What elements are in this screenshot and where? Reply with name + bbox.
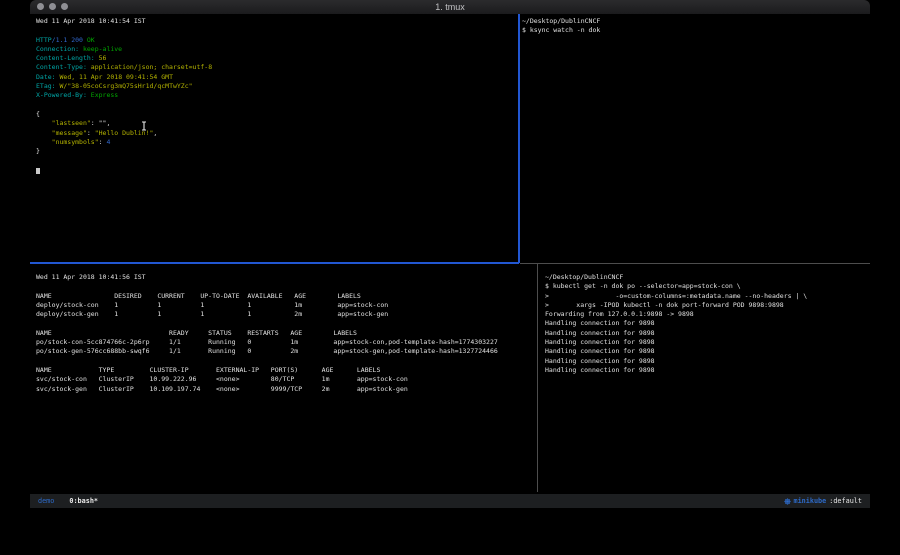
terminal-line: HTTP/1.1 200 OK xyxy=(36,36,516,45)
pane-divider-vertical-top[interactable] xyxy=(518,14,520,263)
terminal-line: > -o=custom-columns=:metadata.name --no-… xyxy=(545,292,868,301)
terminal-line: ~/Desktop/DublinCNCF xyxy=(522,17,868,26)
terminal-line: po/stock-gen-576cc688bb-swqf6 1/1 Runnin… xyxy=(36,347,534,356)
terminal-line: svc/stock-gen ClusterIP 10.109.197.74 <n… xyxy=(36,385,534,394)
terminal-line: $ ksync watch -n dok xyxy=(522,26,868,35)
window-titlebar[interactable]: 1. tmux xyxy=(30,0,870,14)
pane-divider-horizontal[interactable] xyxy=(520,263,870,264)
terminal-line: Handling connection for 9898 xyxy=(545,347,868,356)
terminal-line: "numsymbols": 4 xyxy=(36,138,516,147)
terminal-line xyxy=(36,319,534,328)
terminal-line: ETag: W/"38-05coCsrg3mQ75sHr1d/qcMTwYZc" xyxy=(36,82,516,91)
mouse-ibeam-cursor-icon xyxy=(141,121,148,131)
zoom-button[interactable] xyxy=(61,3,68,10)
terminal-line: $ kubectl get -n dok po --selector=app=s… xyxy=(545,282,868,291)
status-right: minikube:default xyxy=(784,497,863,505)
tmux-status-bar: demo 0:bash* minikube:default xyxy=(30,494,870,508)
pane-port-forward[interactable]: ~/Desktop/DublinCNCF$ kubectl get -n dok… xyxy=(545,265,868,375)
terminal-line: "lastseen": "", xyxy=(36,119,516,128)
minimize-button[interactable] xyxy=(49,3,56,10)
terminal-line xyxy=(36,156,516,165)
terminal-line: { xyxy=(36,110,516,119)
terminal-line: svc/stock-con ClusterIP 10.99.222.96 <no… xyxy=(36,375,534,384)
terminal-line: po/stock-con-5cc874766c-2p6rp 1/1 Runnin… xyxy=(36,338,534,347)
terminal-line: Handling connection for 9898 xyxy=(545,338,868,347)
terminal-line: } xyxy=(36,147,516,156)
session-name: demo xyxy=(38,497,54,505)
terminal-line xyxy=(36,26,516,35)
terminal-line: Handling connection for 9898 xyxy=(545,357,868,366)
terminal-line xyxy=(36,166,516,175)
terminal-line: > xargs -IPOD kubectl -n dok port-forwar… xyxy=(545,301,868,310)
traffic-lights xyxy=(37,3,68,10)
kube-namespace: :default xyxy=(829,497,862,505)
pane-divider-vertical-bottom[interactable] xyxy=(537,264,538,492)
terminal-line: Handling connection for 9898 xyxy=(545,319,868,328)
tmux-terminal: Wed 11 Apr 2018 10:41:54 IST HTTP/1.1 20… xyxy=(30,14,870,494)
terminal-cursor xyxy=(36,168,40,174)
terminal-line: "message": "Hello Dublin!", xyxy=(36,129,516,138)
pane-kubectl-get[interactable]: Wed 11 Apr 2018 10:41:56 IST NAME DESIRE… xyxy=(36,265,534,394)
terminal-line: Content-Type: application/json; charset=… xyxy=(36,63,516,72)
terminal-line: NAME TYPE CLUSTER-IP EXTERNAL-IP PORT(S)… xyxy=(36,366,534,375)
terminal-line: Date: Wed, 11 Apr 2018 09:41:54 GMT xyxy=(36,73,516,82)
terminal-line: X-Powered-By: Express xyxy=(36,91,516,100)
terminal-line: Forwarding from 127.0.0.1:9898 -> 9898 xyxy=(545,310,868,319)
kube-context: minikube xyxy=(794,497,827,505)
kubernetes-helm-icon xyxy=(784,498,791,505)
terminal-line: ~/Desktop/DublinCNCF xyxy=(545,273,868,282)
terminal-line: Handling connection for 9898 xyxy=(545,329,868,338)
terminal-line xyxy=(36,101,516,110)
terminal-line: deploy/stock-con 1 1 1 1 1m app=stock-co… xyxy=(36,301,534,310)
terminal-line: Connection: keep-alive xyxy=(36,45,516,54)
terminal-line: Handling connection for 9898 xyxy=(545,366,868,375)
window-title: 1. tmux xyxy=(30,0,870,14)
desktop: 1. tmux Wed 11 Apr 2018 10:41:54 IST HTT… xyxy=(0,0,900,555)
terminal-line: Wed 11 Apr 2018 10:41:54 IST xyxy=(36,17,516,26)
terminal-line xyxy=(36,357,534,366)
pane-http-response[interactable]: Wed 11 Apr 2018 10:41:54 IST HTTP/1.1 20… xyxy=(36,14,516,175)
terminal-line xyxy=(36,282,534,291)
terminal-line: NAME DESIRED CURRENT UP-TO-DATE AVAILABL… xyxy=(36,292,534,301)
pane-ksync-watch[interactable]: ~/Desktop/DublinCNCF$ ksync watch -n dok xyxy=(522,14,868,36)
pane-divider-horizontal-active[interactable] xyxy=(30,262,519,264)
terminal-line: deploy/stock-gen 1 1 1 1 2m app=stock-ge… xyxy=(36,310,534,319)
window-list-item-bash[interactable]: 0:bash* xyxy=(69,497,98,505)
close-button[interactable] xyxy=(37,3,44,10)
terminal-line: NAME READY STATUS RESTARTS AGE LABELS xyxy=(36,329,534,338)
terminal-window: 1. tmux Wed 11 Apr 2018 10:41:54 IST HTT… xyxy=(30,0,870,508)
terminal-line: Content-Length: 56 xyxy=(36,54,516,63)
terminal-line: Wed 11 Apr 2018 10:41:56 IST xyxy=(36,273,534,282)
